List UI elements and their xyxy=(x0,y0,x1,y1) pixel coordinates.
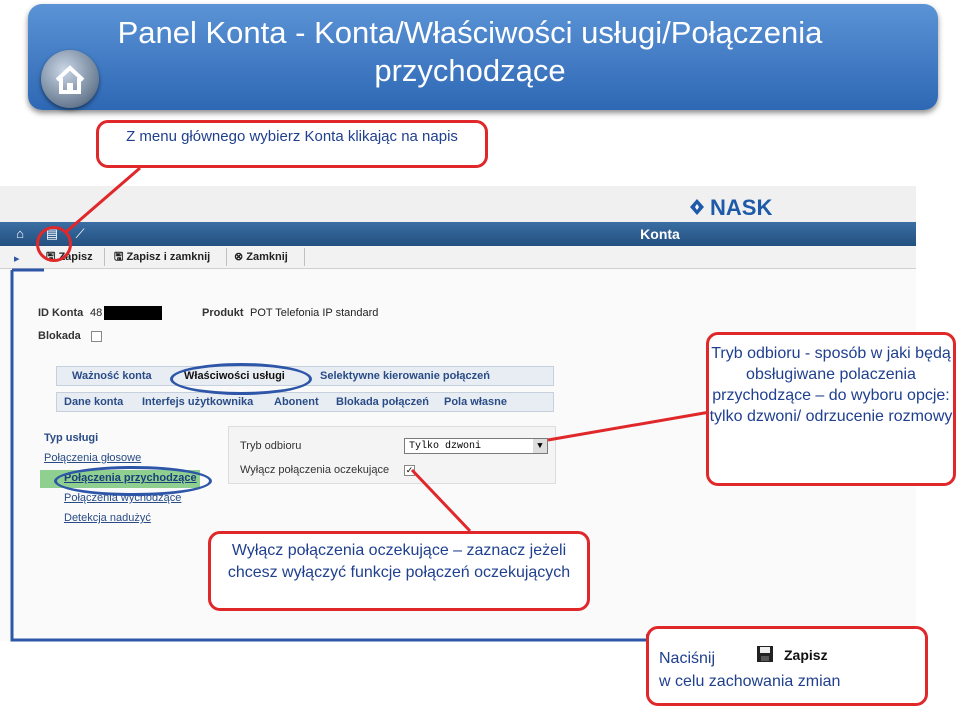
callout-nacisnij: Naciśnij w celu zachowania zmian xyxy=(646,626,928,706)
nacisnij-line2: w celu zachowania zmian xyxy=(659,673,841,690)
zapisz-label: Zapisz xyxy=(784,647,828,663)
floppy-icon xyxy=(757,646,773,662)
callout-tryb: Tryb odbioru - sposób w jaki będą obsług… xyxy=(706,332,956,486)
callout-wylacz: Wyłącz połączenia oczekujące – zaznacz j… xyxy=(208,531,590,611)
